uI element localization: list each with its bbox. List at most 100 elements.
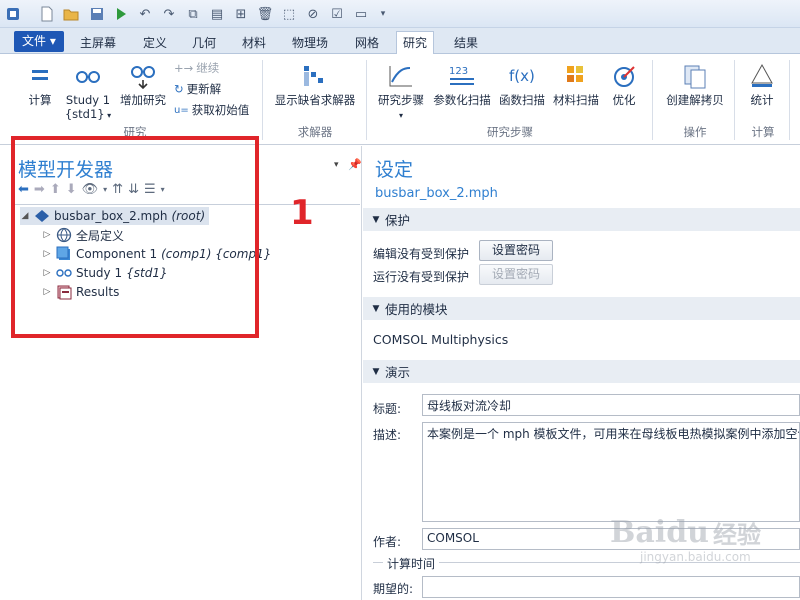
parametric-sweep-label: 参数化扫描 bbox=[433, 93, 491, 107]
get-initial-label: 获取初始值 bbox=[191, 103, 250, 117]
annotation-number: 1 bbox=[290, 193, 314, 233]
compute-label: 计算 bbox=[28, 93, 52, 107]
chevron-down-icon: ▾ bbox=[104, 111, 112, 120]
tab-home[interactable]: 主屏幕 bbox=[74, 33, 122, 54]
description-textarea[interactable]: 本案例是一个 mph 模板文件，可用来在母线板电热模拟案例中添加空气 bbox=[422, 422, 800, 522]
study1-button[interactable]: Study 1 {std1} ▾ bbox=[62, 62, 114, 123]
group-divider bbox=[734, 60, 735, 140]
continue-label: 继续 bbox=[196, 61, 220, 75]
panel-menu-icon[interactable]: ▾ bbox=[334, 160, 339, 170]
show-default-solver-label: 显示缺省求解器 bbox=[274, 93, 356, 107]
tab-definitions[interactable]: 定义 bbox=[137, 33, 173, 54]
collapse-arrow-icon: ▼ bbox=[372, 303, 380, 314]
continue-button[interactable]: +→ 继续 bbox=[174, 60, 219, 76]
expected-label: 期望的: bbox=[373, 582, 414, 596]
select-icon[interactable]: ⬚ bbox=[280, 5, 298, 23]
solution-copy-icon bbox=[684, 65, 706, 89]
redo-icon[interactable]: ↷ bbox=[160, 5, 178, 23]
svg-text:123: 123 bbox=[449, 66, 468, 77]
section-header: 演示 bbox=[385, 365, 411, 380]
compute-button[interactable]: 计算 bbox=[20, 62, 60, 107]
ribbon: 计算 Study 1 {std1} ▾ 增加研究 +→ 继续 ↻ 更新解 u= 获取初… bbox=[0, 54, 800, 145]
tab-mesh[interactable]: 网格 bbox=[349, 33, 385, 54]
watermark-brand: Baidu bbox=[610, 515, 709, 550]
tab-materials[interactable]: 材料 bbox=[236, 33, 272, 54]
parametric-sweep-icon: 123 bbox=[449, 66, 474, 85]
compute-icon bbox=[32, 70, 48, 80]
set-edit-password-button[interactable]: 设置密码 bbox=[479, 240, 553, 261]
section-header: 保护 bbox=[385, 213, 411, 228]
optimization-label: 优化 bbox=[612, 93, 636, 107]
continue-icon: +→ bbox=[174, 61, 194, 75]
open-folder-icon[interactable] bbox=[62, 5, 80, 23]
duplicate-icon[interactable]: ⊞ bbox=[232, 5, 250, 23]
watermark-sub: 经验 bbox=[712, 520, 761, 549]
calc-time-header: 计算时间 bbox=[383, 555, 440, 572]
save-icon[interactable] bbox=[88, 5, 106, 23]
copy-icon[interactable]: ⧉ bbox=[184, 5, 202, 23]
get-initial-value-button[interactable]: u= 获取初始值 bbox=[174, 102, 249, 118]
disable-icon[interactable]: ⊘ bbox=[304, 5, 322, 23]
update-solution-button[interactable]: ↻ 更新解 bbox=[174, 81, 221, 97]
tab-study[interactable]: 研究 bbox=[396, 31, 435, 55]
create-solution-copy-button[interactable]: 创建解拷贝 bbox=[660, 62, 730, 107]
tab-results[interactable]: 结果 bbox=[448, 33, 484, 54]
ribbon-tabs: 文件 ▾ 主屏幕 定义 几何 材料 物理场 网格 研究 结果 bbox=[0, 28, 800, 55]
description-label: 描述: bbox=[373, 428, 402, 442]
annotation-highlight-box bbox=[11, 136, 259, 338]
author-label: 作者: bbox=[373, 535, 402, 549]
set-run-password-button[interactable]: 设置密码 bbox=[479, 264, 553, 285]
group-label-compute: 计算 bbox=[751, 125, 775, 139]
study-steps-icon bbox=[389, 66, 412, 87]
tab-geometry[interactable]: 几何 bbox=[186, 33, 222, 54]
show-default-solver-button[interactable]: 显示缺省求解器 bbox=[268, 62, 362, 107]
study1-label: Study 1 bbox=[65, 93, 111, 107]
material-sweep-label: 材料扫描 bbox=[553, 93, 599, 107]
watermark: Baidu 经验 jingyan.baidu.com bbox=[610, 515, 800, 600]
group-divider bbox=[366, 60, 367, 140]
tab-physics[interactable]: 物理场 bbox=[286, 33, 334, 54]
solver-icon bbox=[304, 66, 323, 86]
run-protection-label: 运行没有受到保护 bbox=[373, 270, 470, 284]
qat-dropdown-icon[interactable]: ▾ bbox=[374, 5, 392, 23]
group-label-solver: 求解器 bbox=[297, 125, 333, 139]
pin-icon[interactable]: 📌 bbox=[348, 158, 362, 171]
study-steps-label: 研究步骤 bbox=[378, 93, 424, 107]
window-icon[interactable]: ▭ bbox=[352, 5, 370, 23]
undo-icon[interactable]: ↶ bbox=[136, 5, 154, 23]
group-divider bbox=[652, 60, 653, 140]
enable-icon[interactable]: ☑ bbox=[328, 5, 346, 23]
section-presentation[interactable]: ▼ 演示 bbox=[363, 360, 800, 383]
function-sweep-button[interactable]: f(x) 函数扫描 bbox=[496, 62, 548, 107]
title-input[interactable]: 母线板对流冷却 bbox=[422, 394, 800, 416]
study1-sub-label: {std1} bbox=[64, 107, 105, 121]
modules-value: COMSOL Multiphysics bbox=[373, 332, 509, 347]
function-sweep-icon: f(x) bbox=[509, 67, 535, 85]
statistics-button[interactable]: 统计 bbox=[742, 62, 782, 107]
add-study-icon bbox=[131, 66, 155, 90]
svg-text:f(x): f(x) bbox=[509, 67, 535, 85]
delete-icon[interactable]: 🗑 bbox=[256, 5, 274, 23]
new-file-icon[interactable] bbox=[38, 5, 56, 23]
optimization-button[interactable]: 优化 bbox=[604, 62, 644, 107]
tab-file[interactable]: 文件 ▾ bbox=[14, 31, 64, 52]
parametric-sweep-button[interactable]: 123 参数化扫描 bbox=[430, 62, 494, 107]
run-icon[interactable] bbox=[112, 5, 130, 23]
app-icon[interactable] bbox=[4, 5, 22, 23]
section-protection[interactable]: ▼ 保护 bbox=[363, 208, 800, 231]
statistics-icon bbox=[751, 63, 773, 87]
study-glasses-icon bbox=[76, 71, 100, 83]
function-sweep-label: 函数扫描 bbox=[499, 93, 545, 107]
add-study-button[interactable]: 增加研究 bbox=[116, 62, 170, 107]
group-divider bbox=[789, 60, 790, 140]
group-label-study-steps: 研究步骤 bbox=[487, 125, 533, 139]
collapse-arrow-icon: ▼ bbox=[372, 366, 380, 377]
paste-icon[interactable]: ▤ bbox=[208, 5, 226, 23]
material-sweep-button[interactable]: 材料扫描 bbox=[550, 62, 602, 107]
section-modules[interactable]: ▼ 使用的模块 bbox=[363, 297, 800, 320]
optimization-icon bbox=[614, 66, 635, 87]
settings-subtitle: busbar_box_2.mph bbox=[375, 186, 498, 201]
group-divider bbox=[262, 60, 263, 140]
quick-access-toolbar: ↶ ↷ ⧉ ▤ ⊞ 🗑 ⬚ ⊘ ☑ ▭ ▾ bbox=[0, 0, 800, 28]
study-steps-button[interactable]: 研究步骤 ▾ bbox=[372, 62, 430, 123]
